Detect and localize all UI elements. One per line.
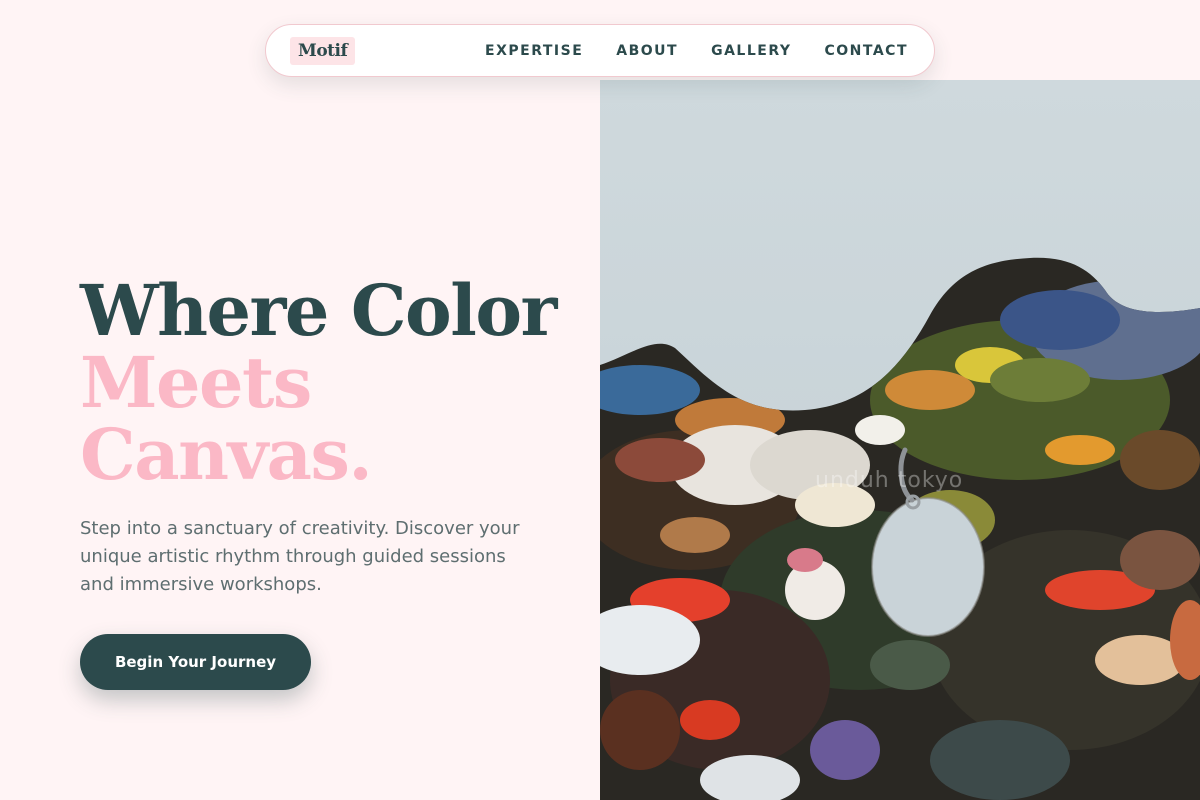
headline-line-3: Canvas. xyxy=(80,413,373,496)
nav-link-about[interactable]: ABOUT xyxy=(616,43,678,59)
nav-link-expertise[interactable]: EXPERTISE xyxy=(485,43,583,59)
headline-line-1: Where Color xyxy=(80,269,557,352)
palette-illustration xyxy=(600,80,1200,800)
nav-link-gallery[interactable]: GALLERY xyxy=(711,43,791,59)
top-navigation: Motif EXPERTISE ABOUT GALLERY CONTACT xyxy=(265,24,935,77)
paint-palette-photo: unduh tokyo xyxy=(600,80,1200,800)
hero-copy: Where Color Meets Canvas. Step into a sa… xyxy=(80,275,580,599)
headline-line-2: Meets xyxy=(80,341,312,424)
begin-journey-button[interactable]: Begin Your Journey xyxy=(80,634,311,690)
photo-watermark: unduh tokyo xyxy=(815,468,964,493)
nav-links: EXPERTISE ABOUT GALLERY CONTACT xyxy=(485,43,908,59)
brand-logo[interactable]: Motif xyxy=(290,36,356,65)
hero-headline: Where Color Meets Canvas. xyxy=(80,275,580,491)
hero-subtitle: Step into a sanctuary of creativity. Dis… xyxy=(80,518,520,595)
nav-link-contact[interactable]: CONTACT xyxy=(824,43,908,59)
